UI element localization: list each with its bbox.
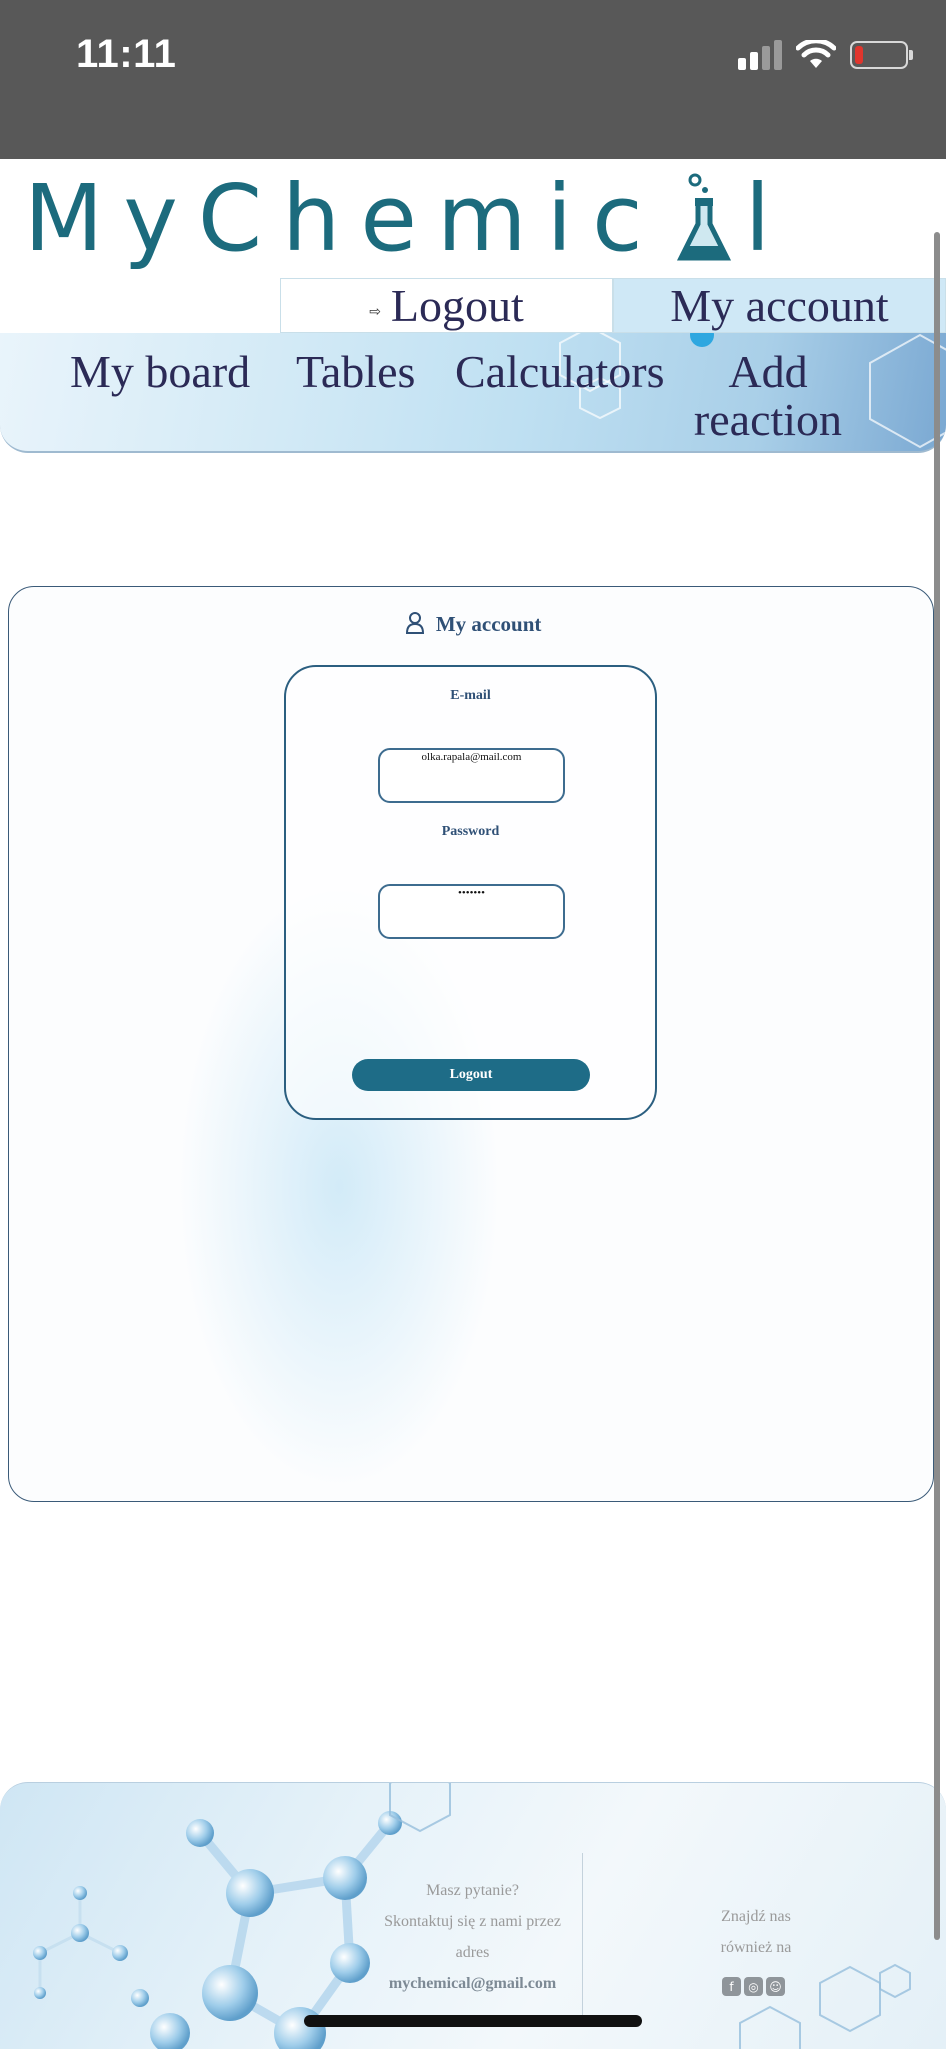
footer-divider — [582, 1853, 583, 2023]
user-icon — [405, 612, 424, 634]
logo-text-end: l — [744, 164, 791, 272]
nav-add-reaction-line1: Add — [728, 346, 808, 397]
social-links: f ◎ ☺ — [722, 1977, 785, 1996]
footer-address-word: adres — [455, 1944, 490, 1961]
instagram-icon[interactable]: ◎ — [744, 1977, 763, 1996]
logo-text-start: MyChemic — [24, 164, 663, 272]
snapchat-icon[interactable]: ☺ — [766, 1977, 785, 1996]
footer-contact: Masz pytanie? Skontaktuj się z nami prze… — [370, 1875, 575, 1999]
footer: Masz pytanie? Skontaktuj się z nami prze… — [0, 1782, 946, 2049]
footer-contact-line: Skontaktuj się z nami przez — [384, 1913, 561, 1930]
password-label: Password — [441, 824, 500, 839]
top-logout-button[interactable]: ⇨ Logout — [280, 278, 613, 333]
footer-question: Masz pytanie? — [426, 1882, 519, 1899]
page-title: My account — [0, 612, 946, 637]
footer-email-link[interactable]: mychemical@gmail.com — [370, 1968, 575, 1999]
logout-icon: ⇨ — [369, 305, 381, 320]
home-indicator[interactable] — [304, 2015, 642, 2027]
nav-my-board[interactable]: My board — [70, 348, 250, 396]
nav-tables[interactable]: Tables — [296, 348, 415, 396]
wifi-icon — [796, 40, 836, 68]
status-bar: 11:11 — [0, 0, 946, 159]
facebook-icon[interactable]: f — [722, 1977, 741, 1996]
footer-find-line2: również na — [720, 1939, 792, 1956]
nav-calculators[interactable]: Calculators — [455, 348, 665, 396]
brand-logo[interactable]: MyChemic l — [24, 158, 790, 278]
scrollbar[interactable] — [934, 232, 940, 1940]
top-logout-label: Logout — [390, 280, 524, 331]
page-title-text: My account — [435, 612, 542, 636]
main-nav: My board Tables Calculators Add reaction — [0, 333, 946, 453]
footer-find-line1: Znajdź nas — [721, 1908, 791, 1925]
account-form: E-mail olka.rapala@mail.com Password •••… — [284, 665, 657, 1120]
cellular-signal-icon — [738, 40, 782, 70]
top-nav: ⇨ Logout My account — [280, 278, 946, 333]
status-icons — [738, 40, 913, 70]
footer-find-us: Znajdź nas również na — [700, 1901, 812, 1963]
my-account-button[interactable]: My account — [613, 278, 946, 333]
email-label: E-mail — [450, 688, 491, 703]
flask-icon — [675, 172, 733, 264]
my-account-label: My account — [670, 280, 889, 331]
battery-icon — [850, 41, 913, 69]
status-time: 11:11 — [76, 32, 177, 76]
password-field[interactable]: ••••••• — [378, 884, 565, 939]
email-field[interactable]: olka.rapala@mail.com — [378, 748, 565, 803]
logout-button[interactable]: Logout — [352, 1059, 590, 1091]
nav-add-reaction-line2: reaction — [693, 394, 843, 445]
nav-add-reaction[interactable]: Add reaction — [690, 348, 846, 444]
